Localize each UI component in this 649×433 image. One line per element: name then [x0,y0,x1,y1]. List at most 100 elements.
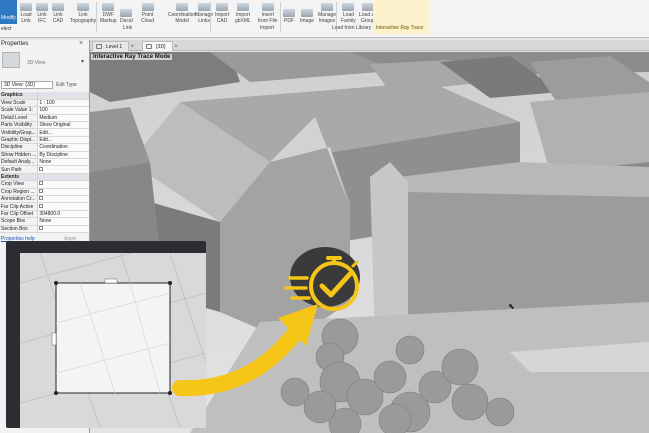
crop-region[interactable] [55,282,171,394]
properties-section-header[interactable]: Extents [0,173,89,182]
select-panel-label[interactable]: elect [1,26,12,32]
tab-level-1-label: Level 1 [106,44,123,50]
ribbon-tool-load[interactable]: Load Link [20,0,32,24]
shadow-arch [290,247,360,307]
ribbon-tool-import[interactable]: Import CAD [215,0,229,24]
crop-handle[interactable] [54,281,58,285]
tree [303,390,337,424]
property-name: Graphic Displ... [0,136,38,145]
property-name: View Scale [0,99,38,108]
property-value[interactable]: None [37,217,89,226]
ribbon-tool-pdf[interactable]: PDF [283,0,295,24]
tool-label: Load Family [341,12,356,24]
property-value[interactable]: 1 : 100 [37,99,89,108]
close-icon[interactable]: × [174,42,178,52]
properties-row: Parts Visibility Show Original [0,121,89,130]
property-value[interactable]: 304800.0 [37,210,89,219]
property-value[interactable]: Edit... [37,128,89,137]
property-name: Parts Visibility [0,121,38,130]
property-value[interactable]: 100 [37,106,89,115]
tab-level-1[interactable]: Level 1 × [92,41,134,51]
chevron-down-icon[interactable]: ▾ [81,58,84,65]
type-selector-name[interactable]: 3D View [27,60,46,66]
ribbon-tool-image[interactable]: Image [300,0,314,24]
property-value[interactable]: By Discipline [37,151,89,160]
3d-view-icon [146,44,152,49]
ribbon-tool-import[interactable]: Import gbXML [235,0,251,24]
properties-row: Crop View [0,180,89,189]
properties-row: Default Analy... None [0,158,89,167]
instance-view-selector[interactable]: 3D View: {3D} [1,81,53,89]
property-checkbox[interactable] [39,203,44,208]
property-value[interactable] [37,180,89,189]
floor-plan-icon [96,44,102,49]
property-name: Visibility/Grap... [0,128,38,137]
tool-icon [120,9,133,17]
crop-handle[interactable] [168,391,172,395]
tool-label: Link IFC [37,12,47,24]
property-value[interactable] [37,165,89,174]
ribbon-tool-load[interactable]: Load Family [341,0,356,24]
tree [395,335,425,365]
property-checkbox[interactable] [39,188,44,193]
close-icon[interactable]: × [79,40,83,47]
property-checkbox[interactable] [39,181,44,186]
edit-type-button[interactable]: Edit Type [56,82,77,88]
property-value[interactable] [37,225,89,233]
tool-icon [176,3,189,11]
property-name: Default Analy... [0,158,38,167]
ribbon-tool-link[interactable]: Link Topography [70,0,96,24]
crop-handle[interactable] [168,281,172,285]
property-value[interactable] [37,188,89,196]
property-value[interactable]: Coordination [37,143,89,152]
property-value[interactable] [37,195,89,204]
property-name: Crop View [0,180,38,189]
ribbon-tool-coordination[interactable]: Coordination Model [168,0,196,24]
inset-site-map-panel [6,241,206,428]
property-name: Discipline [0,143,38,152]
property-name: Extents [0,173,38,182]
properties-row: Visibility/Grap... Edit... [0,128,89,137]
properties-row: Crop Region ... [0,188,89,196]
tree [378,403,412,433]
panel-separator [96,2,97,32]
tool-label: PDF [284,18,294,24]
crop-handle[interactable] [54,391,58,395]
property-name: Crop Region ... [0,188,38,196]
properties-row: Scope Box None [0,217,89,226]
property-value[interactable] [37,202,89,211]
property-name: Show Hidden ... [0,151,38,160]
tool-icon [102,3,115,11]
tab-3d-view[interactable]: {3D} × [142,41,178,51]
tool-icon [342,3,355,11]
ribbon-tool-insert[interactable]: Insert from File [258,0,277,24]
site-map [20,253,206,428]
view-tab-bar: Level 1 × {3D} × [90,40,649,51]
ribbon-tool-decal[interactable]: Decal [120,0,133,24]
properties-section-header[interactable]: Graphics [0,92,89,100]
property-checkbox[interactable] [39,166,44,171]
property-value[interactable]: Medium [37,114,89,123]
close-icon[interactable]: × [131,42,135,52]
tree [441,348,479,386]
ribbon-tool-point[interactable]: Point Cloud [141,0,154,24]
property-value[interactable]: Show Original [37,121,89,130]
tree [451,383,489,421]
tool-label: Load Link [20,12,32,24]
building-wall [408,192,649,322]
property-value[interactable]: None [37,158,89,167]
properties-row: View Scale 1 : 100 [0,99,89,108]
ribbon-tool-link[interactable]: Link IFC [36,0,48,24]
panel-separator [280,2,281,32]
properties-row: Far Clip Active [0,202,89,211]
property-value[interactable]: Edit... [37,136,89,145]
ribbon-tool-manage[interactable]: Manage Images [318,0,336,24]
ribbon: Modify elect Load Link Link IFC Link CAD Li… [0,0,649,38]
property-checkbox[interactable] [39,225,44,230]
tool-icon [236,3,249,11]
ribbon-tool-dwf[interactable]: DWF Markup [100,0,117,24]
tool-icon [261,3,274,11]
ribbon-tool-link[interactable]: Link CAD [52,0,64,24]
property-checkbox[interactable] [39,196,44,201]
tree [485,397,515,427]
